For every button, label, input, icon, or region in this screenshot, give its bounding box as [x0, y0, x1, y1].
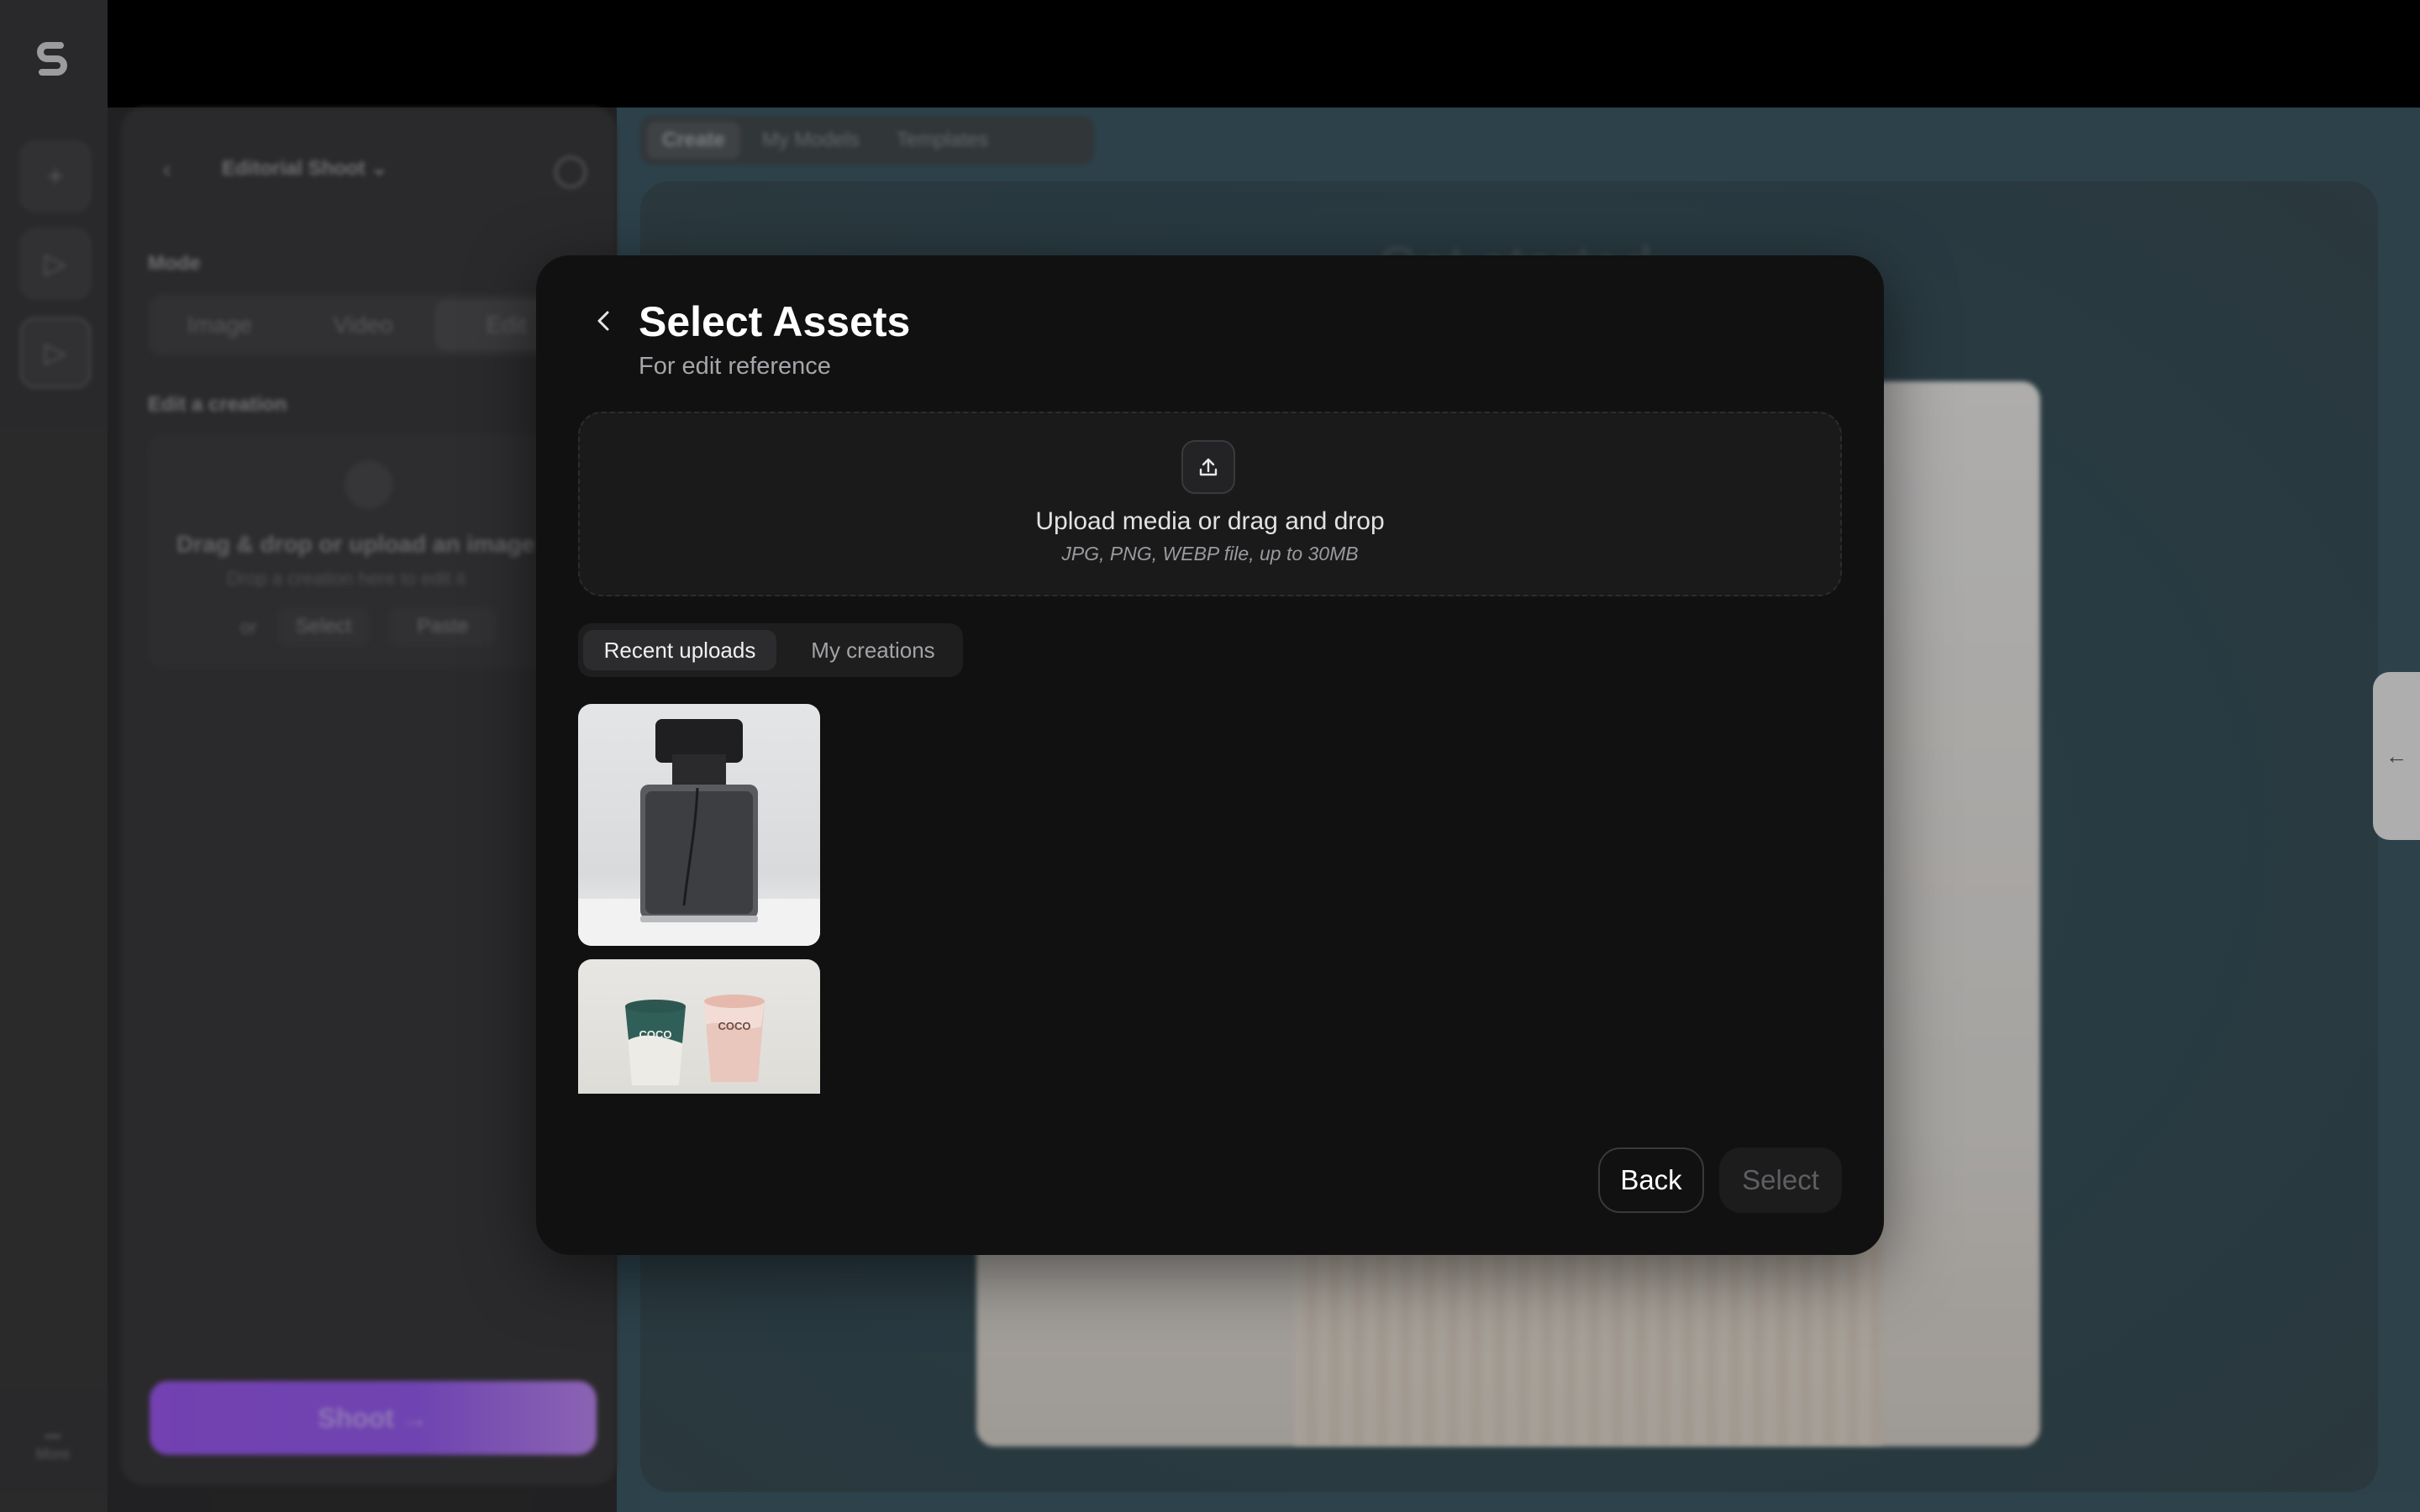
perfume-bottle-thumbnail[interactable]	[578, 704, 820, 946]
upload-icon[interactable]	[1181, 440, 1235, 494]
chevron-left-icon[interactable]	[588, 304, 618, 338]
upload-subtitle: JPG, PNG, WEBP file, up to 30MB	[1061, 543, 1359, 564]
select-button[interactable]: Select	[1719, 1147, 1842, 1213]
back-button[interactable]: Back	[1598, 1147, 1704, 1213]
upload-title: Upload media or drag and drop	[1035, 507, 1385, 535]
coco-cups-thumbnail[interactable]: COCO COCO	[578, 959, 820, 1094]
modal-title: Select Assets	[639, 298, 911, 345]
modal-subtitle: For edit reference	[639, 353, 831, 380]
upload-dropzone[interactable]	[578, 412, 1842, 596]
coco-label: COCO	[639, 1028, 672, 1041]
tab-recent-uploads[interactable]: Recent uploads	[583, 630, 776, 670]
coco-label: COCO	[718, 1020, 751, 1032]
tab-my-creations[interactable]: My creations	[786, 630, 960, 670]
